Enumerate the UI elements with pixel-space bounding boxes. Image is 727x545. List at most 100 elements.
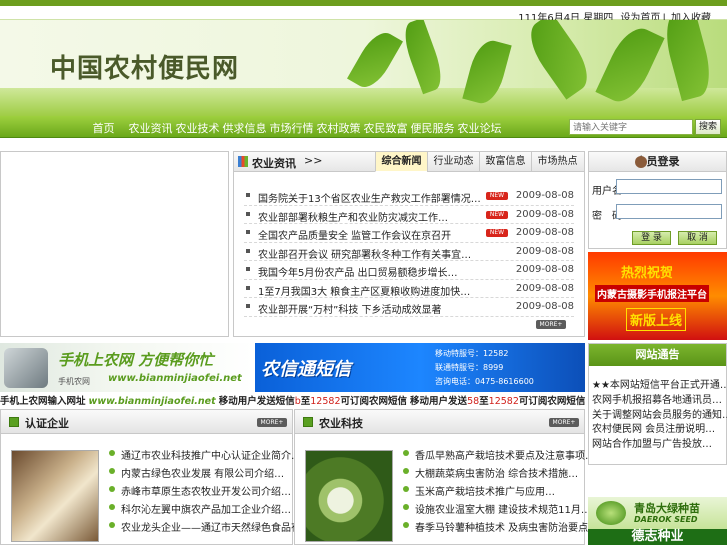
nav-item-forum[interactable]: 农业论坛 bbox=[456, 120, 503, 136]
sms-ad-title: 农信通短信 bbox=[261, 359, 351, 380]
mobile-ad-slogan: 手机上农网 方便帮你忙 bbox=[58, 351, 214, 369]
notice-item[interactable]: 农网手机报招募各地通讯员… bbox=[592, 391, 727, 406]
notice-panel: 网站通告 ★★本网站短信平台正式开通… 农网手机报招募各地通讯员… 关于调整网站… bbox=[588, 343, 727, 465]
section-header: 认证企业 MORE+ bbox=[1, 410, 292, 434]
news-link[interactable]: 农业部部署秋粮生产和农业防灾减灾工作… bbox=[258, 209, 448, 224]
list-item-link[interactable]: 通辽市农业科技推广中心认证企业简介… bbox=[121, 447, 301, 462]
mobile-ad-banner[interactable]: 手机上农网 方便帮你忙 手机农网 www.bianminjiaofei.net bbox=[0, 343, 253, 392]
username-field[interactable] bbox=[616, 179, 722, 194]
news-date: 2009-08-08 bbox=[515, 264, 574, 275]
nav-item-service[interactable]: 便民服务 bbox=[409, 120, 456, 136]
password-field[interactable] bbox=[616, 204, 722, 219]
tab-industry[interactable]: 行业动态 bbox=[427, 152, 479, 172]
ticker-text: 至 bbox=[479, 396, 489, 407]
news-link[interactable]: 农业部开展“万村”科技 下乡活动成效显著 bbox=[258, 301, 442, 316]
notice-item[interactable]: 关于调整网站会员服务的通知… bbox=[592, 406, 727, 421]
sms-ad-banner[interactable]: 农信通短信 移动特服号：12582 联通特服号：8999 咨询电话：0475-8… bbox=[255, 343, 585, 392]
promo-banner[interactable]: 热烈祝贺 内蒙古摄影手机报注平台 新版上线 bbox=[588, 252, 727, 340]
melon-image[interactable] bbox=[305, 450, 393, 542]
tech-section: 农业科技 MORE+ 香瓜早熟高产栽培技术要点及注意事项… 大棚蔬菜病虫害防治 … bbox=[294, 409, 595, 545]
bullet-icon bbox=[109, 486, 115, 492]
news-date: 2009-08-08 bbox=[515, 208, 574, 220]
news-link[interactable]: 全国农产品质量安全 监管工作会议在京召开 bbox=[258, 227, 451, 242]
news-title: 农业资讯 bbox=[252, 157, 296, 170]
news-row[interactable]: 全国农产品质量安全 监管工作会议在京召开 NEW 2009-08-08 bbox=[244, 224, 574, 243]
news-row[interactable]: 我国今年5月份农产品 出口贸易额稳步增长… 2009-08-08 bbox=[244, 261, 574, 280]
news-link[interactable]: 我国今年5月份农产品 出口贸易额稳步增长… bbox=[258, 264, 458, 279]
nav-item-tech[interactable]: 农业技术 bbox=[174, 120, 221, 136]
seed-logo-icon bbox=[596, 501, 626, 525]
nav-menu: 首页 农业资讯 农业技术 供求信息 市场行情 农村政策 农民致富 便民服务 农业… bbox=[80, 120, 503, 136]
sms-ad-line: 联通特服号：8999 bbox=[435, 363, 504, 372]
login-button[interactable]: 登 录 bbox=[632, 231, 671, 245]
news-date: 2009-08-08 bbox=[515, 245, 574, 257]
bullet-icon bbox=[403, 504, 409, 510]
notice-item[interactable]: 农村便民网 会员注册说明… bbox=[592, 420, 727, 435]
list-item-link[interactable]: 香瓜早熟高产栽培技术要点及注意事项… bbox=[415, 447, 595, 462]
certified-section: 认证企业 MORE+ 通辽市农业科技推广中心认证企业简介… 内蒙古绿色农业发展 … bbox=[0, 409, 331, 545]
ticker-number: 12582 bbox=[310, 396, 341, 407]
leaf-graphic bbox=[347, 26, 403, 94]
news-row[interactable]: 国务院关于13个省区农业生产救灾工作部署情况… NEW 2009-08-08 bbox=[244, 187, 574, 206]
search-input[interactable] bbox=[569, 119, 693, 135]
nav-item-market[interactable]: 市场行情 bbox=[268, 120, 315, 136]
bullet-icon bbox=[246, 193, 250, 197]
bullet-icon bbox=[246, 267, 250, 271]
search-button[interactable]: 搜索 bbox=[695, 119, 721, 135]
news-row[interactable]: 农业部部署秋粮生产和农业防灾减灾工作… NEW 2009-08-08 bbox=[244, 206, 574, 224]
tab-general-news[interactable]: 综合新闻 bbox=[375, 152, 427, 172]
seed-ad-en: DAEROK SEED bbox=[634, 515, 698, 524]
bullet-icon bbox=[246, 230, 250, 234]
nav-item-news[interactable]: 农业资讯 bbox=[127, 120, 174, 136]
list-item-link[interactable]: 玉米高产栽培技术推广与应用… bbox=[415, 483, 555, 498]
mobile-ad-url: www.bianminjiaofei.net bbox=[108, 373, 242, 384]
cancel-button[interactable]: 取 消 bbox=[678, 231, 717, 245]
news-date: 2009-08-08 bbox=[515, 282, 574, 294]
bullet-icon bbox=[246, 211, 250, 216]
notice-item[interactable]: ★★本网站短信平台正式开通… bbox=[592, 376, 727, 391]
section-more-button[interactable]: MORE+ bbox=[549, 418, 579, 427]
section-title: 认证企业 bbox=[25, 417, 69, 430]
list-item-link[interactable]: 赤峰市草原生态农牧业开发公司介绍… bbox=[121, 483, 291, 498]
news-date: 2009-08-08 bbox=[515, 227, 574, 238]
site-logo[interactable]: 中国农村便民网 bbox=[50, 48, 239, 85]
promo-line3: 新版上线 bbox=[626, 308, 687, 331]
news-link[interactable]: 农业部召开会议 研究部署秋冬种工作有关事宜… bbox=[258, 246, 471, 261]
list-item-link[interactable]: 设施农业温室大棚 建设技术规范11月… bbox=[415, 501, 591, 516]
ticker-url[interactable]: www.bianminjiaofei.net bbox=[89, 396, 216, 407]
seed-ad-bottom: 德志种业 bbox=[588, 529, 727, 545]
nav-item-policy[interactable]: 农村政策 bbox=[315, 120, 362, 136]
list-item-link[interactable]: 大棚蔬菜病虫害防治 综合技术措施… bbox=[415, 465, 578, 480]
list-item-link[interactable]: 内蒙古绿色农业发展 有限公司介绍… bbox=[121, 465, 284, 480]
news-link[interactable]: 国务院关于13个省区农业生产救灾工作部署情况… bbox=[258, 190, 481, 205]
news-header: 农业资讯 >> 综合新闻 行业动态 致富信息 市场热点 bbox=[234, 152, 584, 172]
tab-wealth[interactable]: 致富信息 bbox=[479, 152, 531, 172]
tab-market[interactable]: 市场热点 bbox=[531, 152, 583, 172]
news-panel: 农业资讯 >> 综合新闻 行业动态 致富信息 市场热点 国务院关于13个省区农业… bbox=[233, 151, 585, 337]
news-row[interactable]: 农业部召开会议 研究部署秋冬种工作有关事宜… 2009-08-08 bbox=[244, 243, 574, 261]
news-more-button[interactable]: MORE+ bbox=[536, 320, 566, 329]
list-item-link[interactable]: 科尔沁左翼中旗农产品加工企业介绍… bbox=[121, 501, 291, 516]
notice-item[interactable]: 网站合作加盟与广告投放… bbox=[592, 435, 727, 450]
news-row[interactable]: 农业部开展“万村”科技 下乡活动成效显著 2009-08-08 bbox=[244, 298, 574, 317]
news-link[interactable]: 1至7月我国3大 粮食主产区夏粮收购进度加快… bbox=[258, 283, 470, 298]
certificate-image[interactable] bbox=[11, 450, 99, 542]
user-icon bbox=[635, 156, 647, 168]
news-date: 2009-08-08 bbox=[515, 301, 574, 312]
nav-item-wealth[interactable]: 农民致富 bbox=[362, 120, 409, 136]
sms-ticker: 手机上农网输入网址 www.bianminjiaofei.net 移动用户发送短… bbox=[0, 393, 585, 407]
seed-ad-banner[interactable]: 青岛大绿种苗 DAEROK SEED 德志种业 bbox=[588, 497, 727, 545]
new-badge: NEW bbox=[486, 192, 508, 200]
news-list: 国务院关于13个省区农业生产救灾工作部署情况… NEW 2009-08-08 农业部… bbox=[244, 187, 574, 317]
nav-item-home[interactable]: 首页 bbox=[80, 120, 127, 136]
nav-item-supply[interactable]: 供求信息 bbox=[221, 120, 268, 136]
news-icon bbox=[238, 156, 248, 167]
ticker-code: 58 bbox=[467, 396, 480, 407]
news-row[interactable]: 1至7月我国3大 粮食主产区夏粮收购进度加快… 2009-08-08 bbox=[244, 280, 574, 298]
section-title: 农业科技 bbox=[319, 417, 363, 430]
list-item-link[interactable]: 春季马铃薯种植技术 及病虫害防治要点 bbox=[415, 519, 588, 534]
section-more-button[interactable]: MORE+ bbox=[257, 418, 287, 427]
new-badge: NEW bbox=[486, 210, 508, 219]
ticker-text: 移动用户发送短信 bbox=[218, 396, 295, 407]
bullet-icon bbox=[109, 450, 115, 456]
